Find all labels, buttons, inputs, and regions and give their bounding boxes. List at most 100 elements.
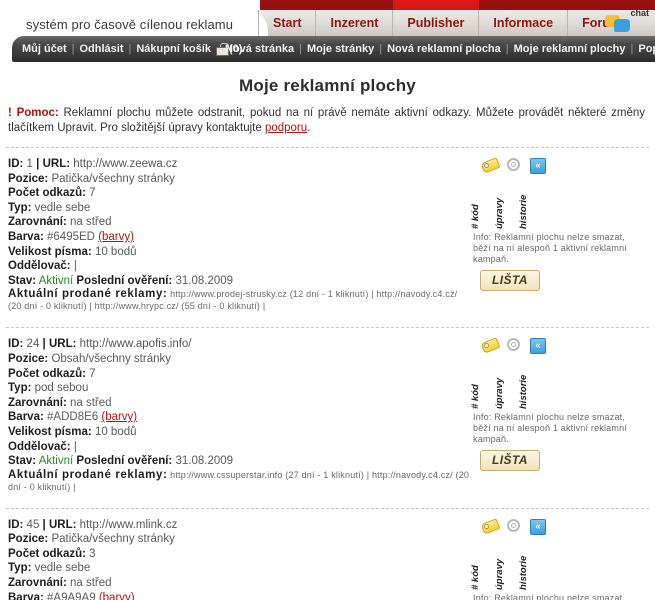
lista-button[interactable]: LIŠTA — [480, 270, 540, 291]
tag-icon[interactable] — [480, 157, 501, 174]
field-label: Barva: — [8, 591, 44, 600]
record-id-url: ID: 24 | URL: http://www.apofis.info/ — [8, 337, 470, 352]
logo-tab: systém pro časově cílenou reklamu — [0, 6, 268, 36]
field-label: Počet odkazů: — [8, 367, 86, 380]
chat-button[interactable]: chat — [601, 6, 651, 36]
field-label: Aktuální prodané reklamy: — [8, 468, 168, 481]
field-label: Zarovnání: — [8, 577, 67, 590]
app-page: systém pro časově cílenou reklamu Start I… — [0, 0, 655, 600]
tag-icon[interactable] — [480, 337, 501, 355]
colors-link[interactable]: (barvy) — [99, 592, 135, 600]
field-label: Velikost písma: — [8, 245, 92, 258]
sub-nav-link-0[interactable]: Můj účet — [22, 43, 67, 55]
color-value: #6495ED — [47, 230, 95, 243]
site-logo-text: systém pro časově cílenou reklamu — [26, 17, 234, 32]
field-value: 10 bodů — [94, 425, 137, 438]
gear-icon[interactable] — [506, 157, 522, 173]
field-label: Typ: — [8, 562, 32, 575]
tag-icon[interactable] — [480, 517, 501, 535]
field-label: Počet odkazů: — [8, 187, 86, 200]
chat-bubble-blue-icon — [614, 19, 630, 32]
record-field: Pozice: Patička/všechny stránky — [8, 172, 470, 187]
nav-tab-inzerent[interactable]: Inzerent — [316, 10, 394, 36]
last-check-value: 31.08.2009 — [175, 455, 234, 468]
field-label: Poslední ověření: — [76, 455, 173, 468]
history-icon[interactable]: « — [530, 157, 546, 174]
record-details: ID: 24 | URL: http://www.apofis.info/Poz… — [0, 337, 470, 492]
record-actions-panel: « # kód úpravy historie Info: Reklamní ploch… — [470, 157, 651, 291]
record-field: Počet odkazů: 7 — [8, 186, 470, 201]
record-field: Pozice: Patička/všechny stránky — [8, 532, 470, 547]
chat-label: chat — [630, 8, 649, 18]
sub-nav-link-2[interactable]: Nákupní košík — [136, 43, 211, 55]
ad-space-record: ID: 1 | URL: http://www.zeewa.cz Pozice: … — [0, 148, 655, 316]
help-prefix: ! Pomoc: — [8, 107, 59, 119]
color-value: #A9A9A9 — [47, 591, 96, 600]
action-label-edit: úpravy — [494, 197, 505, 229]
lista-button[interactable]: LIŠTA — [480, 450, 540, 472]
history-icon[interactable]: « — [530, 337, 546, 355]
action-label-code: # kód — [470, 564, 481, 590]
record-field-separator: Oddělovač: | — [8, 259, 470, 274]
sub-nav-section-3[interactable]: Moje reklamní plochy — [514, 43, 626, 55]
gear-icon[interactable] — [506, 518, 522, 534]
field-label: Barva: — [8, 411, 44, 424]
top-header: systém pro časově cílenou reklamu Start I… — [0, 0, 655, 36]
history-icon[interactable]: « — [530, 518, 546, 535]
last-check-value: 31.08.2009 — [175, 274, 234, 287]
help-suffix: . — [307, 122, 311, 134]
gear-icon[interactable] — [506, 337, 522, 353]
field-value: na střed — [70, 216, 112, 229]
colors-link[interactable]: (barvy) — [98, 231, 134, 243]
support-link[interactable]: podporu — [265, 122, 307, 134]
field-value: pod sebou — [34, 382, 89, 395]
action-icons: « — [480, 517, 651, 536]
sub-nav-link-1[interactable]: Odhlásit — [79, 43, 123, 55]
nav-tab-publisher[interactable]: Publisher — [393, 10, 480, 36]
help-text: Reklamní plochu můžete odstranit, pokud … — [8, 107, 645, 134]
color-value: #ADD8E6 — [47, 411, 99, 424]
sub-nav-separator: | — [299, 43, 302, 55]
record-info-text: Info: Reklamní plochu nelze smazat, běží… — [473, 412, 627, 445]
field-label: ID: — [8, 158, 24, 170]
record-url-value[interactable]: http://www.apofis.info/ — [80, 338, 192, 350]
ad-space-record: ID: 45 | URL: http://www.mlink.cz Pozice:… — [0, 509, 655, 600]
record-id-value: 24 — [26, 338, 40, 351]
separator-value: | — [73, 440, 77, 453]
field-label: Pozice: — [8, 533, 49, 546]
field-value: na střed — [70, 577, 112, 590]
field-label: Pozice: — [8, 172, 49, 185]
field-value: 10 bodů — [94, 245, 137, 258]
field-label: Aktuální prodané reklamy: — [8, 288, 168, 301]
sub-nav-section-0[interactable]: Nová stránka — [225, 43, 294, 55]
colors-link[interactable]: (barvy) — [101, 411, 137, 423]
field-separator: | — [42, 518, 46, 531]
nav-tab-start[interactable]: Start — [258, 10, 317, 36]
record-url-value[interactable]: http://www.mlink.cz — [80, 519, 178, 531]
record-id-url: ID: 45 | URL: http://www.mlink.cz — [8, 518, 470, 533]
action-labels: # kód úpravy historie — [470, 538, 651, 590]
field-label: Stav: — [8, 455, 37, 468]
sub-nav-account-links: Můj účet | Odhlásit | Nákupní košík (0) — [22, 36, 242, 62]
action-label-history: historie — [518, 375, 529, 410]
field-label: Barva: — [8, 230, 44, 243]
record-field: Počet odkazů: 7 — [8, 367, 470, 382]
main-content: Moje reklamní plochy ! Pomoc: Reklamní p… — [0, 64, 655, 600]
record-info-text: Info: Reklamní plochu nelze smazat, běží… — [473, 232, 627, 264]
record-url-value[interactable]: http://www.zeewa.cz — [73, 158, 177, 170]
sub-nav-section-1[interactable]: Moje stránky — [307, 43, 374, 55]
page-title: Moje reklamní plochy — [239, 76, 416, 95]
record-field: Zarovnání: na střed — [8, 396, 470, 411]
action-icons: « — [480, 157, 651, 175]
separator-value: | — [73, 260, 77, 273]
action-label-history: historie — [518, 194, 529, 229]
nav-tab-informace[interactable]: Informace — [479, 10, 569, 36]
field-label: ID: — [8, 338, 24, 351]
sub-nav-section-4[interactable]: Poptávka webů — [638, 43, 655, 55]
field-value: Patička/všechny stránky — [51, 172, 175, 185]
record-actions-panel: « # kód úpravy historie Info: Reklamní ploch… — [470, 517, 651, 600]
record-field: Pozice: Obsah/všechny stránky — [8, 352, 470, 367]
record-field-color: Barva: #ADD8E6 (barvy) — [8, 410, 470, 425]
action-label-edit: úpravy — [494, 378, 505, 410]
sub-nav-section-2[interactable]: Nová reklamní plocha — [387, 43, 501, 55]
